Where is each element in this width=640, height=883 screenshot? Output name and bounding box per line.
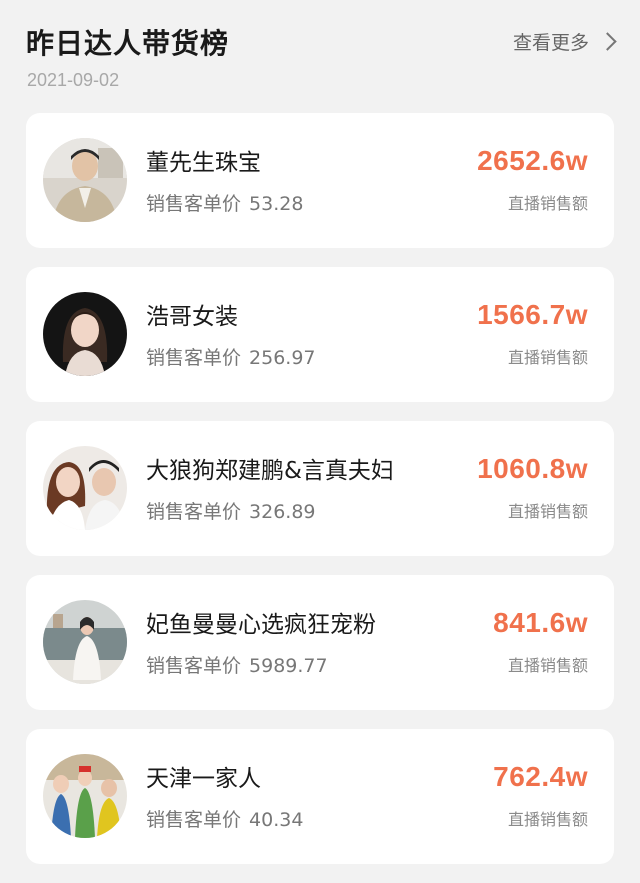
- see-more-label: 查看更多: [512, 32, 589, 54]
- unit-price-value: 256.97: [249, 347, 316, 369]
- unit-price-value: 5989.77: [249, 655, 328, 677]
- avatar: [43, 138, 127, 222]
- unit-price-row: 销售客单价 326.89: [146, 497, 316, 524]
- unit-price-label: 销售客单价: [146, 809, 242, 831]
- unit-price-value: 40.34: [249, 809, 304, 831]
- see-more-link[interactable]: 查看更多: [513, 28, 618, 55]
- sales-amount-label: 直播销售额: [507, 656, 588, 675]
- sales-amount: 1060.8w: [477, 453, 588, 484]
- ranking-list: 董先生珠宝 销售客单价 53.28 2652.6w 直播销售额 浩哥女装 销售客单…: [26, 113, 614, 883]
- influencer-name: 妃鱼曼曼心选疯狂宠粉: [146, 612, 376, 638]
- sales-amount: 762.4w: [493, 761, 588, 792]
- sales-amount: 1566.7w: [477, 299, 588, 330]
- avatar-family-icon: [43, 754, 127, 838]
- ranking-card[interactable]: 董先生珠宝 销售客单价 53.28 2652.6w 直播销售额: [26, 113, 614, 248]
- avatar: [43, 446, 127, 530]
- unit-price-value: 326.89: [249, 501, 316, 523]
- ranking-date: 2021-09-02: [27, 70, 120, 90]
- ranking-card[interactable]: 妃鱼曼曼心选疯狂宠粉 销售客单价 5989.77 841.6w 直播销售额: [26, 575, 614, 710]
- avatar-woman-icon: [43, 292, 127, 376]
- ranking-card[interactable]: 天津一家人 销售客单价 40.34 762.4w 直播销售额: [26, 729, 614, 864]
- sales-amount-label: 直播销售额: [507, 810, 588, 829]
- page-header: 昨日达人带货榜 2021-09-02 查看更多: [0, 0, 640, 105]
- avatar: [43, 600, 127, 684]
- sales-amount-label: 直播销售额: [507, 502, 588, 521]
- avatar-couple-icon: [43, 446, 127, 530]
- unit-price-row: 销售客单价 5989.77: [146, 651, 328, 678]
- avatar-woman-sofa-icon: [43, 600, 127, 684]
- sales-amount-label: 直播销售额: [507, 348, 588, 367]
- unit-price-label: 销售客单价: [146, 193, 242, 215]
- ranking-card[interactable]: 浩哥女装 销售客单价 256.97 1566.7w 直播销售额: [26, 267, 614, 402]
- avatar-man-icon: [43, 138, 127, 222]
- unit-price-label: 销售客单价: [146, 347, 242, 369]
- avatar: [43, 754, 127, 838]
- influencer-name: 浩哥女装: [146, 304, 238, 330]
- page-title: 昨日达人带货榜: [26, 27, 230, 60]
- sales-amount-label: 直播销售额: [507, 194, 588, 213]
- influencer-name: 天津一家人: [146, 766, 261, 792]
- ranking-card[interactable]: 大狼狗郑建鹏&言真夫妇 销售客单价 326.89 1060.8w 直播销售额: [26, 421, 614, 556]
- unit-price-row: 销售客单价 40.34: [146, 805, 303, 832]
- unit-price-row: 销售客单价 53.28: [146, 189, 303, 216]
- sales-amount: 841.6w: [493, 607, 588, 638]
- influencer-name: 大狼狗郑建鹏&言真夫妇: [146, 458, 394, 484]
- chevron-right-icon: [598, 32, 617, 51]
- unit-price-value: 53.28: [249, 193, 304, 215]
- sales-amount: 2652.6w: [477, 145, 588, 176]
- unit-price-row: 销售客单价 256.97: [146, 343, 316, 370]
- unit-price-label: 销售客单价: [146, 655, 242, 677]
- influencer-name: 董先生珠宝: [146, 150, 261, 176]
- avatar: [43, 292, 127, 376]
- unit-price-label: 销售客单价: [146, 501, 242, 523]
